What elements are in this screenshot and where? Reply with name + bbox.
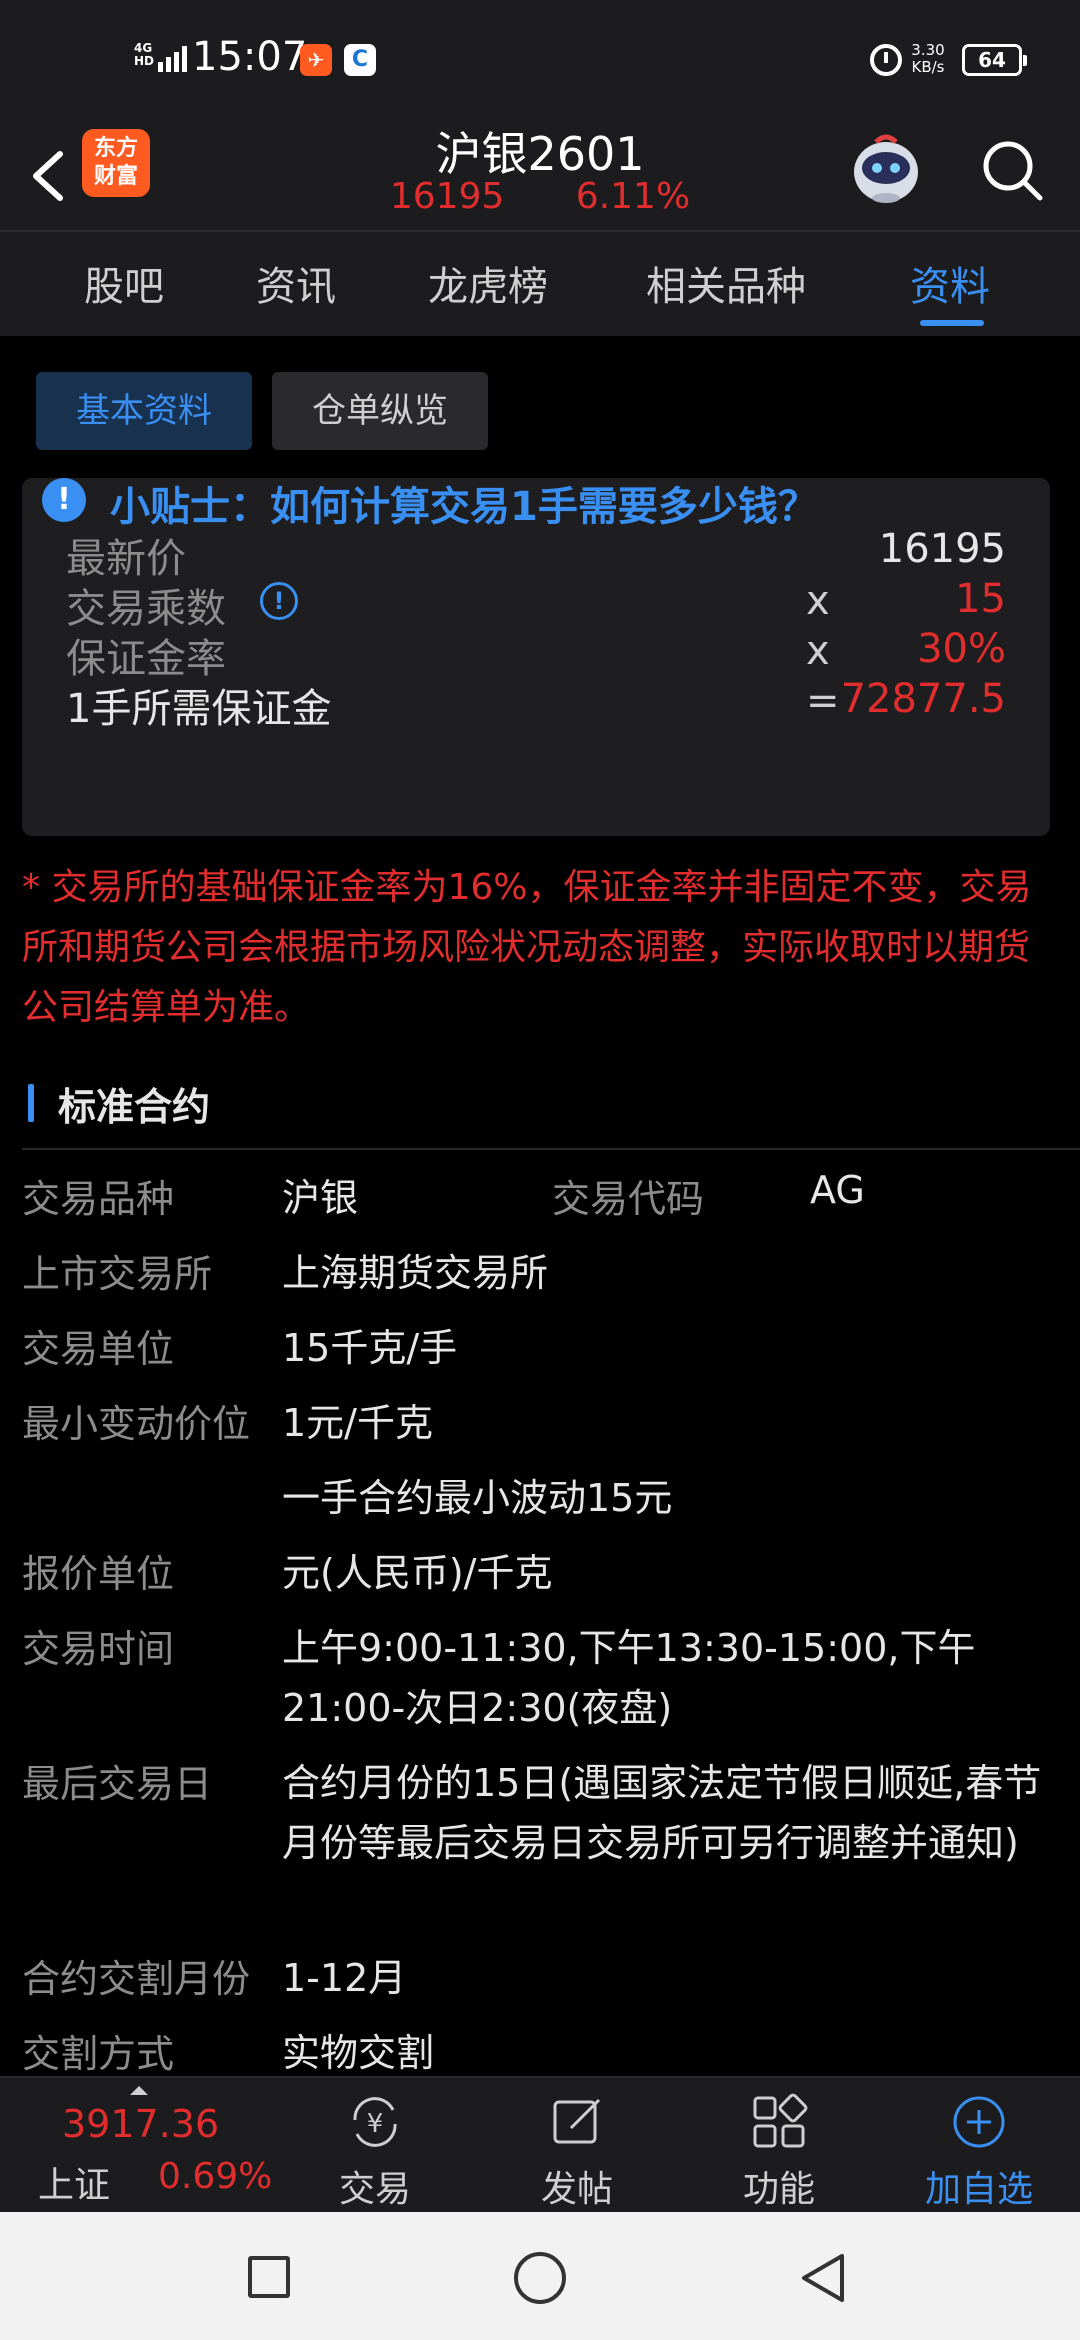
robot-assistant-icon[interactable]	[846, 128, 926, 208]
edit-icon	[553, 2098, 601, 2144]
expand-arrow-icon[interactable]	[130, 2086, 148, 2095]
app-notification-icon: ✈	[300, 44, 332, 76]
tab-bar: 股吧 资讯 龙虎榜 相关品种 资料	[0, 230, 1080, 336]
index-value[interactable]: 3917.36	[62, 2102, 219, 2146]
index-name[interactable]: 上证	[38, 2156, 110, 2208]
bottom-toolbar: 3917.36 上证 0.69% ¥ 交易 发帖 功能 加自选	[0, 2076, 1080, 2212]
tip-row-required-margin: 1手所需保证金 = 72877.5	[66, 676, 1006, 732]
section-marker	[28, 1084, 34, 1122]
alarm-icon	[870, 44, 902, 76]
home-icon[interactable]	[514, 2252, 566, 2304]
app-notification-icon-2: C	[344, 44, 376, 76]
tab-guba[interactable]: 股吧	[84, 254, 164, 312]
subtab-warehouse[interactable]: 仓单纵览	[272, 372, 488, 450]
system-nav-bar	[0, 2212, 1080, 2340]
features-button[interactable]: 功能	[714, 2078, 844, 2214]
post-button[interactable]: 发帖	[512, 2078, 642, 2214]
subtab-basic-info[interactable]: 基本资料	[36, 372, 252, 450]
tab-profile[interactable]: 资料	[910, 254, 990, 312]
battery-icon: 64	[962, 44, 1027, 76]
margin-disclaimer: * 交易所的基础保证金率为16%，保证金率并非固定不变，交易所和期货公司会根据市…	[22, 867, 1032, 1028]
tab-dragon-tiger[interactable]: 龙虎榜	[428, 254, 548, 312]
tab-related[interactable]: 相关品种	[646, 254, 806, 312]
plus-circle-icon	[953, 2096, 1005, 2148]
tab-news[interactable]: 资讯	[256, 254, 336, 312]
network-indicator: 4G HD	[134, 41, 155, 68]
section-title: 标准合约	[58, 1085, 211, 1129]
header: 东方 财富 沪银2601 16195 6.11%	[0, 118, 1080, 230]
latest-price: 16195	[389, 176, 505, 217]
status-bar: 4G HD 15:07 ✈ C 3.30 KB/s 64	[0, 0, 1080, 118]
divider	[22, 1148, 1080, 1150]
svg-text:¥: ¥	[367, 2109, 384, 2139]
subtab-bar: 基本资料 仓单纵览	[0, 342, 1080, 472]
index-change[interactable]: 0.69%	[158, 2156, 272, 2197]
active-tab-indicator	[920, 320, 984, 326]
signal-icon	[158, 44, 187, 72]
back-triangle-icon[interactable]	[796, 2250, 852, 2306]
margin-tip-card: ! 小贴士：如何计算交易1手需要多少钱？ 最新价 16195 交易乘数 ! x …	[22, 478, 1050, 836]
add-watchlist-button[interactable]: 加自选	[914, 2078, 1044, 2214]
grid-icon	[753, 2093, 808, 2148]
network-speed: 3.30 KB/s	[911, 41, 945, 76]
trade-button[interactable]: ¥ 交易	[310, 2078, 440, 2214]
trade-icon: ¥	[353, 2097, 397, 2147]
search-icon[interactable]	[976, 134, 1048, 206]
status-time: 15:07	[192, 34, 308, 80]
change-percent: 6.11%	[575, 176, 691, 217]
recent-apps-icon[interactable]	[248, 2256, 290, 2298]
